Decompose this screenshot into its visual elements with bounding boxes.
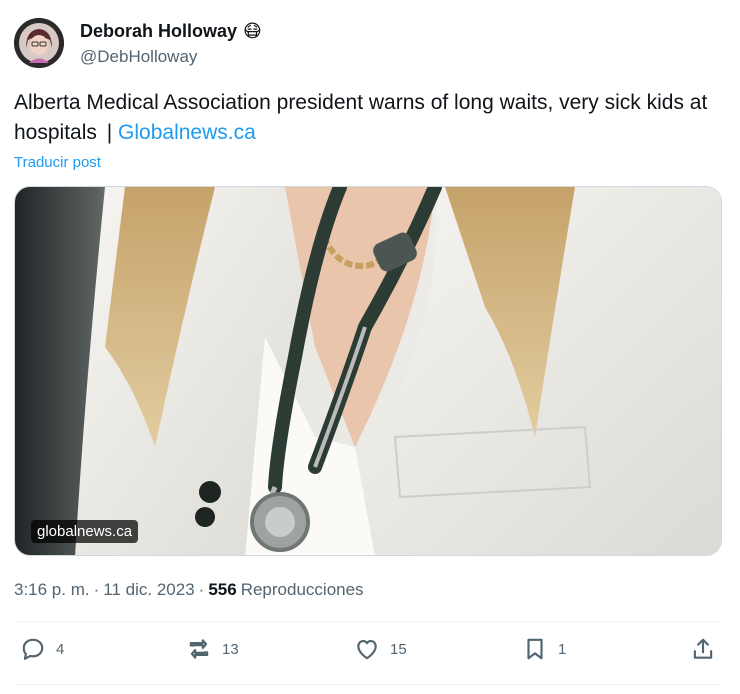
display-name[interactable]: Deborah Holloway <box>80 21 237 42</box>
tweet-link[interactable]: Globalnews.ca <box>118 121 256 144</box>
tweet-separator: | <box>106 121 113 144</box>
divider <box>14 621 722 622</box>
tweet-meta: 3:16 p. m. · 11 dic. 2023 · 556 Reproduc… <box>14 580 364 600</box>
reply-button[interactable]: 4 <box>20 636 64 662</box>
tweet-text: Alberta Medical Association president wa… <box>14 88 726 148</box>
doctor-stethoscope-image <box>15 187 721 555</box>
reply-icon <box>22 638 44 660</box>
tweet-time[interactable]: 3:16 p. m. <box>14 580 90 600</box>
retweet-button[interactable]: 13 <box>186 636 239 662</box>
retweet-count: 13 <box>222 640 239 658</box>
mask-emoji-icon: 😷 <box>243 21 262 41</box>
share-button[interactable] <box>690 636 716 662</box>
media-card[interactable]: globalnews.ca <box>14 186 722 556</box>
meta-dot: · <box>93 580 100 599</box>
meta-dot: · <box>198 580 205 599</box>
handle[interactable]: @DebHolloway <box>80 47 197 67</box>
like-count: 15 <box>390 640 407 658</box>
bookmark-count: 1 <box>558 640 567 658</box>
bookmark-icon <box>527 638 543 660</box>
translate-post-link[interactable]: Traducir post <box>14 154 101 171</box>
tweet-date[interactable]: 11 dic. 2023 <box>103 580 194 600</box>
views-label: Reproducciones <box>240 580 364 599</box>
action-bar: 4 13 15 1 <box>14 636 722 672</box>
views-count: 556 <box>208 580 237 599</box>
avatar[interactable] <box>14 18 64 68</box>
retweet-icon <box>189 639 209 659</box>
heart-icon <box>357 640 377 660</box>
bookmark-button[interactable]: 1 <box>522 636 566 662</box>
share-icon <box>693 638 713 659</box>
tweet-header: Deborah Holloway 😷 @DebHolloway <box>14 16 726 72</box>
reply-count: 4 <box>56 640 65 658</box>
media-domain-label: globalnews.ca <box>31 520 139 543</box>
like-button[interactable]: 15 <box>354 636 407 662</box>
divider <box>14 684 722 685</box>
